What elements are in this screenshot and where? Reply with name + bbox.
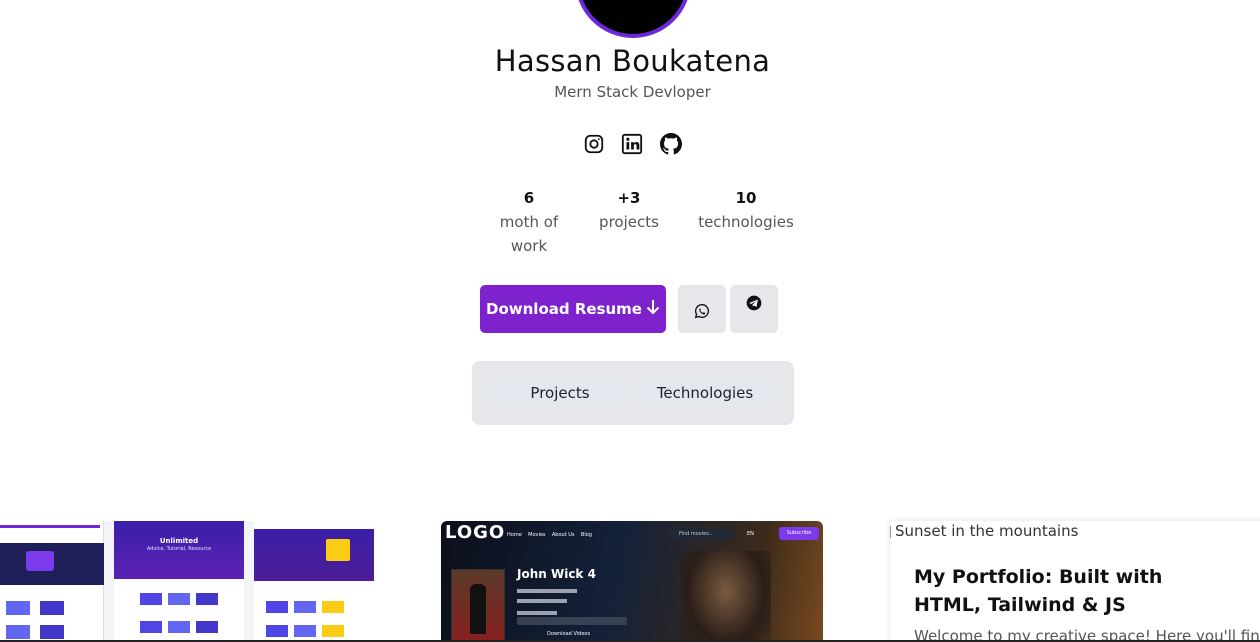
avatar [575,0,691,38]
screenshot-thumb [266,625,288,637]
screenshot-panel [254,521,374,642]
screenshot-thumb [322,625,344,637]
screenshot-nav-item: Home [507,532,522,538]
screenshot-thumb [40,601,64,615]
screenshot-poster [451,569,505,642]
screenshot-graphic [26,551,54,571]
section-tabs: Projects Technologies [472,361,794,425]
profile-name: Hassan Boukatena [494,44,771,78]
stat-value: 6 [523,189,535,207]
screenshot-thumb [168,593,190,605]
screenshot-thumb [6,601,30,615]
screenshot-thumb [6,625,30,639]
screenshot-buttons [517,617,627,625]
stat-value: +3 [617,189,641,207]
screenshot-thumb [140,621,162,633]
screenshot-thumb [294,625,316,637]
instagram-icon[interactable] [583,133,605,155]
stat-projects: +3 projects [590,186,668,234]
whatsapp-icon [694,303,710,323]
telegram-icon [746,295,762,315]
tab-technologies[interactable]: Technologies [634,378,776,408]
image-alt-text: Sunset in the mountains [895,522,1079,540]
screenshot-thumb [266,601,288,613]
screenshot-figure [470,584,486,634]
screenshot-nav-item: Movies [528,532,546,538]
project-card-image[interactable]: LOGO Home Movies About Us Blog Find movi… [441,521,823,642]
stat-label: work [510,237,548,255]
screenshot-thumb [294,601,316,613]
screenshot-logo: LOGO [445,522,506,543]
stat-months: 6 moth of work [490,186,568,258]
screenshot-hero [0,543,104,585]
project-card-image[interactable]: Unlimited Advice, Tutorial, Resource [0,521,374,642]
tab-projects[interactable]: Projects [492,378,628,408]
broken-image-alt: Sunset in the mountains [890,522,1078,540]
download-resume-label: Download Resume [486,300,642,318]
screenshot-thumb [322,601,344,613]
screenshot-panel [0,521,104,642]
stat-label: projects [599,213,659,231]
screenshot-thumb [196,593,218,605]
screenshot-meta [517,589,577,593]
screenshot-movie-title: John Wick 4 [517,567,596,581]
screenshot-hero: Unlimited Advice, Tutorial, Resource [114,521,244,579]
card-title: My Portfolio: Built with HTML, Tailwind … [914,566,1163,616]
stat-label: moth of [499,213,559,231]
github-icon[interactable] [660,133,682,155]
screenshot-subscribe: Subscribe [779,527,819,540]
download-resume-button[interactable]: Download Resume [480,285,666,333]
screenshot-thumb [40,625,64,639]
screenshot-nav-item: About Us [551,532,575,538]
screenshot-hero [254,529,374,581]
screenshot-meta [517,599,567,603]
linkedin-icon[interactable] [621,133,643,155]
screenshot-thumb [196,621,218,633]
screenshot-download: Download Videos [547,631,591,637]
screenshot-thumb [168,621,190,633]
whatsapp-button[interactable] [678,285,726,333]
screenshot-bar [0,525,100,528]
stat-label: technologies [698,213,794,231]
screenshot-graphic [326,539,350,561]
screenshot-nav: Home Movies About Us Blog [507,532,592,538]
stat-value: 10 [735,189,757,207]
stat-technologies: 10 technologies [692,186,800,234]
arrow-down-icon [646,299,660,319]
screenshot-hero-title: Unlimited [159,537,199,545]
screenshot-panel: Unlimited Advice, Tutorial, Resource [114,521,244,642]
screenshot-thumb [140,593,162,605]
profile-role: Mern Stack Devloper [554,83,711,101]
screenshot-search: Find movies.. [669,529,735,539]
screenshot-lang: EN [747,531,754,537]
social-links [583,133,683,157]
screenshot-nav-item: Blog [580,532,592,538]
telegram-button[interactable] [730,285,778,333]
screenshot-hero-sub: Advice, Tutorial, Resource [146,546,212,552]
screenshot-meta [517,611,557,615]
screenshot-face [681,551,771,642]
